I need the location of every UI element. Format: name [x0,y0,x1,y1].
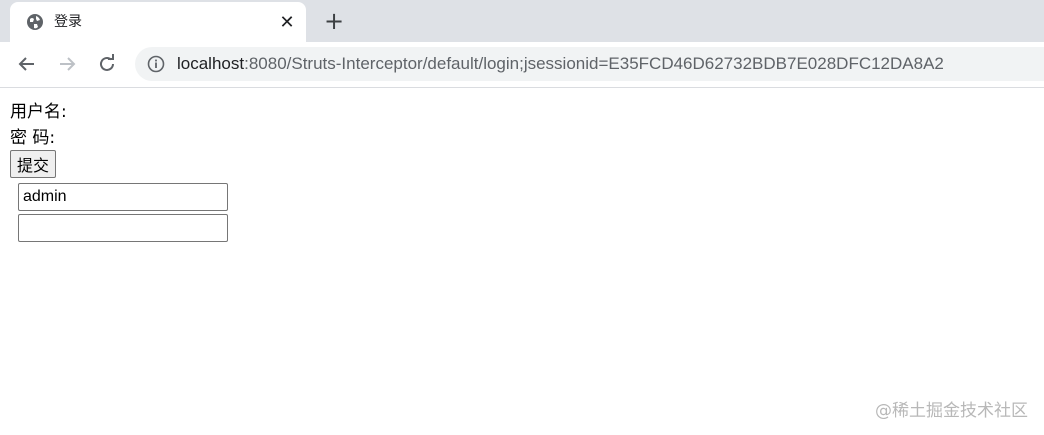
globe-icon [27,14,43,30]
forward-button[interactable] [54,51,80,77]
url-path: :8080/Struts-Interceptor/default/login;j… [244,54,944,73]
info-icon[interactable] [147,55,165,73]
password-label: 密 码: [10,128,56,148]
username-label: 用户名: [10,102,67,122]
browser-tab[interactable]: 登录 ✕ [10,2,306,42]
tab-strip: 登录 ✕ + [0,0,1044,42]
arrow-left-icon [18,57,34,71]
password-input[interactable] [18,214,228,242]
close-tab-icon[interactable]: ✕ [276,11,298,33]
page-content: 用户名: 密 码: 提交 @稀土掘金技术社区 [0,88,1044,435]
arrow-right-icon [60,57,76,71]
tab-title: 登录 [54,14,82,30]
username-input[interactable] [18,183,228,211]
url-text[interactable]: localhost:8080/Struts-Interceptor/defaul… [177,54,944,74]
submit-button[interactable]: 提交 [10,150,57,178]
watermark: @稀土掘金技术社区 [875,401,1028,421]
new-tab-button[interactable]: + [320,7,348,35]
browser-toolbar: localhost:8080/Struts-Interceptor/defaul… [0,42,1044,88]
reload-button[interactable] [94,51,120,77]
back-button[interactable] [14,51,40,77]
url-host: localhost [177,54,245,73]
reload-icon [100,54,114,71]
address-bar[interactable]: localhost:8080/Struts-Interceptor/defaul… [135,47,1044,81]
